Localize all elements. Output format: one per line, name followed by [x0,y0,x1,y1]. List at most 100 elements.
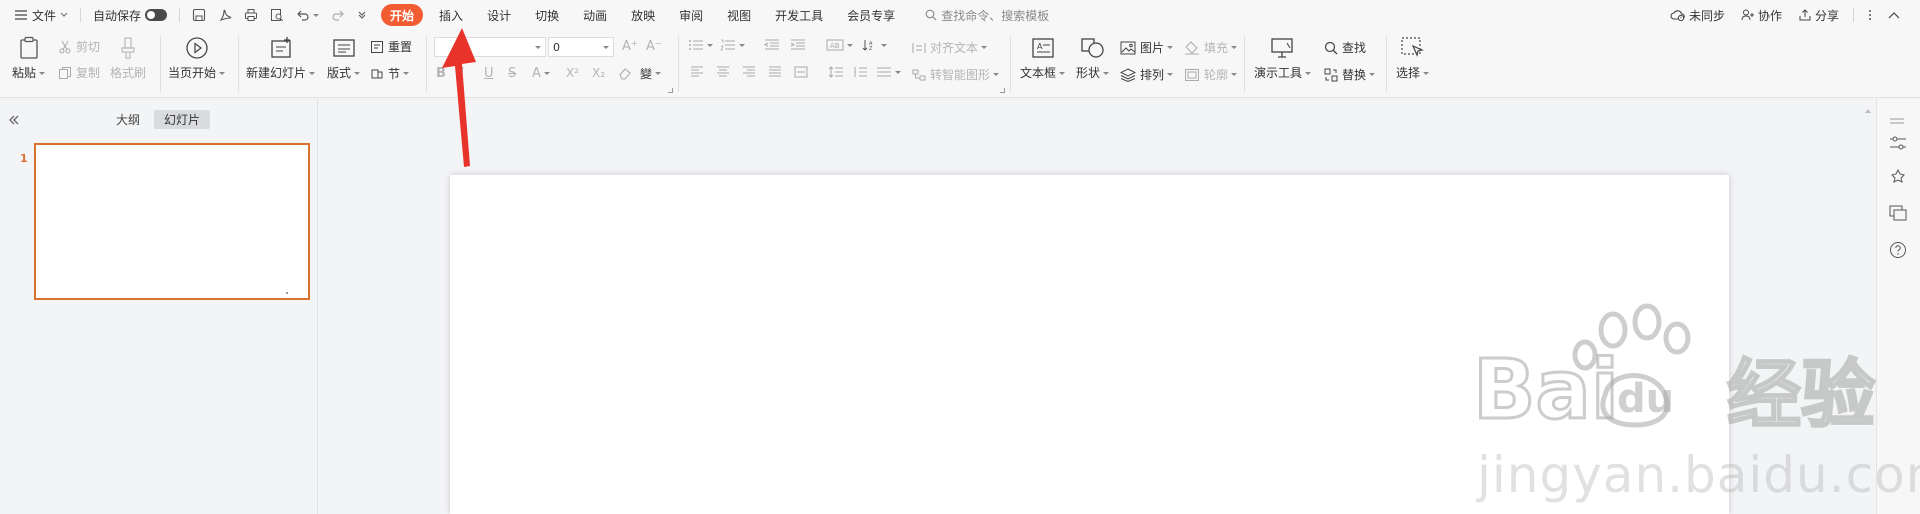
columns-button[interactable] [876,66,901,78]
picture-label: 图片 [1140,41,1165,55]
font-size-combo[interactable]: 0 [548,37,614,57]
fill-button[interactable]: 填充 [1184,39,1238,56]
help-icon[interactable] [1889,241,1907,263]
tab-transitions[interactable]: 切换 [523,3,571,27]
undo-button[interactable] [290,3,325,27]
section-label: 节 [388,67,401,81]
underline-button[interactable]: U [484,66,494,81]
print-preview-button[interactable] [264,3,290,27]
export-pdf-button[interactable] [212,3,238,27]
grow-font-button[interactable]: A⁺ [622,39,638,54]
smart-art-button[interactable]: 转智能图形 [912,66,1000,83]
group-separator [1010,36,1011,92]
play-from-current-button[interactable]: 当页开始 [168,36,226,81]
paste-button[interactable]: 粘贴 [12,36,46,81]
new-slide-button[interactable]: 新建幻灯片 [246,36,316,81]
file-menu[interactable]: 文件 [8,3,74,27]
shape-button[interactable]: 形状 [1076,36,1110,81]
numbering-button[interactable] [720,39,745,51]
align-center-button[interactable] [716,66,730,78]
redo-button[interactable] [325,3,351,27]
replace-button[interactable]: 替换 [1324,66,1376,83]
tab-home[interactable]: 开始 [381,4,424,26]
customize-quick-access-button[interactable] [351,3,373,27]
textbox-button[interactable]: A 文本框 [1020,36,1066,81]
caret-down-icon [847,43,853,47]
share-button[interactable]: 分享 [1790,3,1847,27]
subscript-button[interactable]: X₂ [592,66,605,80]
tab-developer[interactable]: 开发工具 [763,3,835,27]
sync-status-button[interactable]: 未同步 [1662,3,1733,27]
menu-bar: 文件 自动保存 开始 插入 设计 切换 动画 放映 审阅 视图 开发工具 会员专… [0,0,1920,30]
tab-animation[interactable]: 动画 [571,3,619,27]
properties-sliders-icon[interactable] [1889,135,1907,155]
picture-button[interactable]: 图片 [1120,39,1174,56]
tab-slideshow[interactable]: 放映 [619,3,667,27]
outline-button[interactable]: 轮廓 [1184,66,1238,83]
tab-design[interactable]: 设计 [475,3,523,27]
reset-button[interactable]: 重置 [370,38,412,55]
copy-button[interactable]: 复制 [58,64,100,81]
pane-menu-icon[interactable] [1889,109,1905,128]
font-color-button[interactable]: A [532,66,550,81]
tab-slides[interactable]: 幻灯片 [154,110,210,129]
tab-member[interactable]: 会员专享 [835,3,907,27]
distribute-button[interactable] [794,66,808,78]
pin-icon[interactable] [1889,168,1907,189]
caret-down-icon [1059,72,1066,75]
collapse-ribbon-button[interactable] [1880,3,1908,27]
pdf-export-icon [218,8,232,22]
font-dialog-launcher-icon[interactable] [668,88,673,93]
align-left-button[interactable] [690,66,704,78]
tab-review[interactable]: 审阅 [667,3,715,27]
more-options-button[interactable] [1860,3,1880,27]
save-button[interactable] [186,3,212,27]
toggle-switch-icon [145,9,168,21]
smart-art-label: 转智能图形 [930,68,991,82]
scroll-up-arrow-icon[interactable] [1865,109,1871,113]
phonetic-button[interactable]: 變 [640,65,662,82]
increase-indent-button[interactable] [790,39,806,51]
svg-text:A: A [1037,42,1043,51]
share-icon [1798,9,1812,21]
columns-icon [876,66,892,78]
layout-icon [332,36,356,60]
paragraph-spacing-button[interactable] [852,66,868,78]
collapse-panel-button[interactable] [6,110,22,129]
decrease-indent-button[interactable] [764,39,780,51]
presenter-tools-button[interactable]: 演示工具 [1254,36,1312,81]
format-painter-button[interactable]: 格式刷 [110,36,146,81]
shrink-font-button[interactable]: A⁻ [646,39,662,54]
clear-format-button[interactable] [618,66,632,80]
arrange-button[interactable]: 排列 [1120,66,1174,83]
sort-button[interactable]: AZ [862,39,887,51]
picture-icon [1120,41,1136,55]
line-spacing-button[interactable] [828,66,844,78]
layout-button[interactable]: 版式 [327,36,361,81]
paste-label: 粘贴 [12,66,37,80]
align-right-button[interactable] [742,66,756,78]
shapes-icon [1080,36,1106,60]
smart-art-icon [912,69,926,81]
section-button[interactable]: 节 [370,65,410,82]
backup-icon[interactable] [1889,205,1907,225]
slide-thumbnail[interactable] [34,143,310,300]
distribute-icon [794,66,808,78]
bullets-button[interactable] [688,39,713,51]
select-button[interactable]: 选择 [1396,36,1430,81]
superscript-button[interactable]: X² [566,66,579,80]
collaborate-button[interactable]: 协作 [1733,3,1790,27]
autosave-toggle[interactable]: 自动保存 [87,3,173,27]
tab-outline[interactable]: 大纲 [110,110,146,129]
align-text-button[interactable]: 对齐文本 [912,39,988,56]
justify-button[interactable] [768,66,782,78]
find-button[interactable]: 查找 [1324,39,1366,56]
paragraph-dialog-launcher-icon[interactable] [1000,88,1005,93]
cut-button[interactable]: 剪切 [58,38,100,55]
strikethrough-button[interactable]: S [508,66,516,81]
tab-view[interactable]: 视图 [715,3,763,27]
text-direction-button[interactable]: AB [826,39,853,51]
print-button[interactable] [238,3,264,27]
command-search-input[interactable]: 查找命令、搜索模板 [907,7,1049,24]
align-left-icon [690,66,704,78]
